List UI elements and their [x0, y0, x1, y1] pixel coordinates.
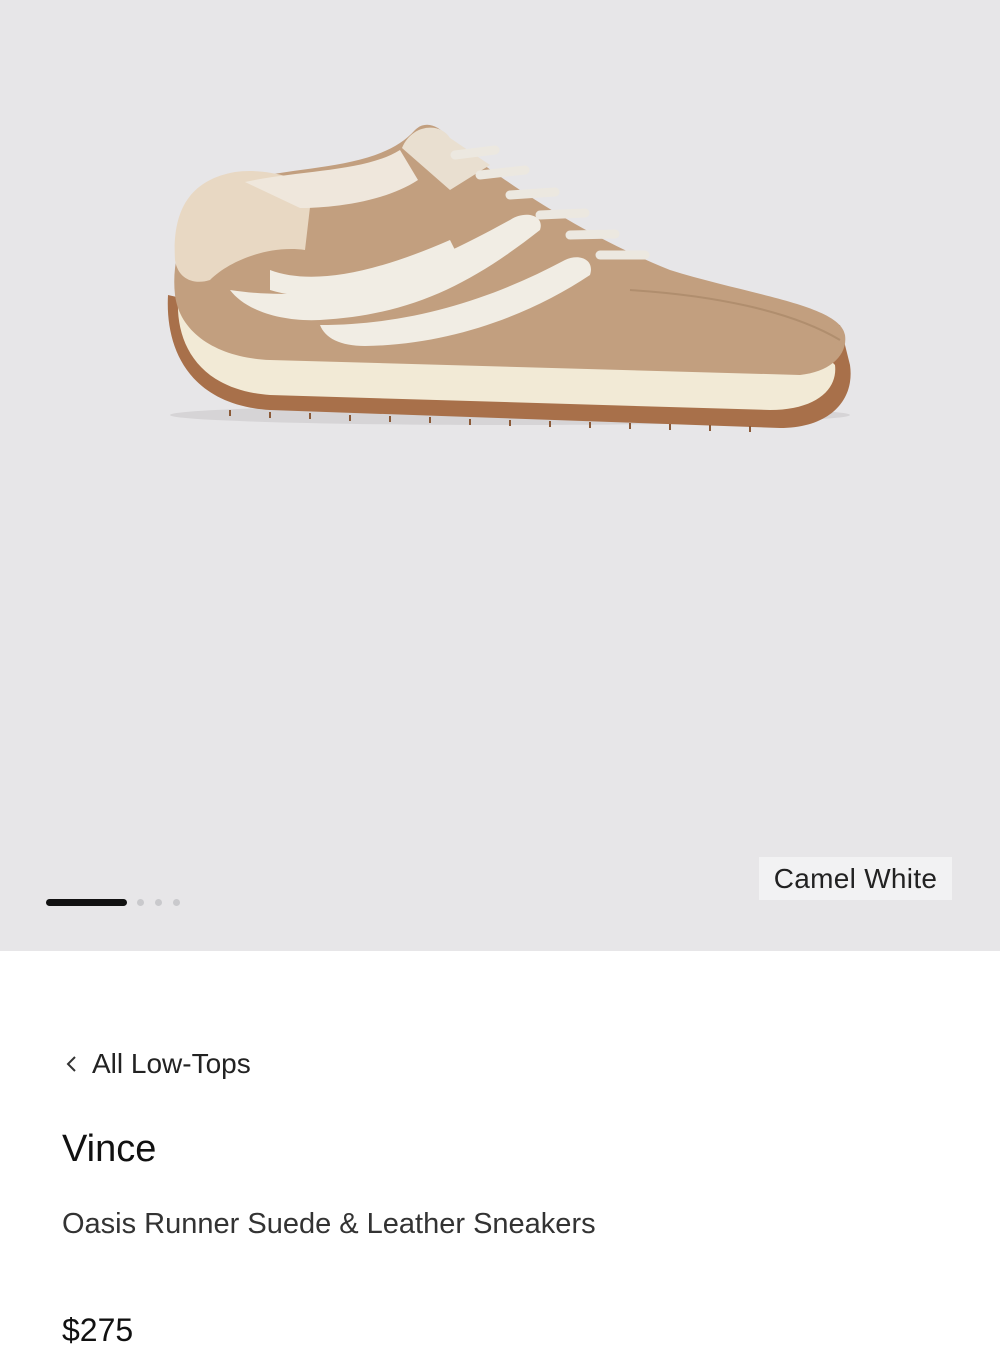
breadcrumb-back-link[interactable]: All Low-Tops — [62, 1048, 251, 1080]
breadcrumb-label: All Low-Tops — [92, 1048, 251, 1079]
pagination-dot[interactable] — [173, 898, 180, 906]
product-brand[interactable]: Vince — [62, 1128, 156, 1171]
pagination-dot[interactable] — [137, 898, 144, 906]
pagination-dot[interactable] — [155, 898, 162, 906]
color-name-badge: Camel White — [759, 857, 952, 900]
product-price: $275 — [62, 1312, 134, 1348]
product-name: Oasis Runner Suede & Leather Sneakers — [62, 1208, 596, 1240]
chevron-left-icon — [66, 1056, 76, 1072]
product-image-gallery[interactable]: Camel White — [0, 0, 1000, 951]
product-image[interactable] — [150, 110, 870, 450]
pagination-indicator-active[interactable] — [46, 898, 127, 906]
image-pagination[interactable] — [46, 897, 191, 907]
